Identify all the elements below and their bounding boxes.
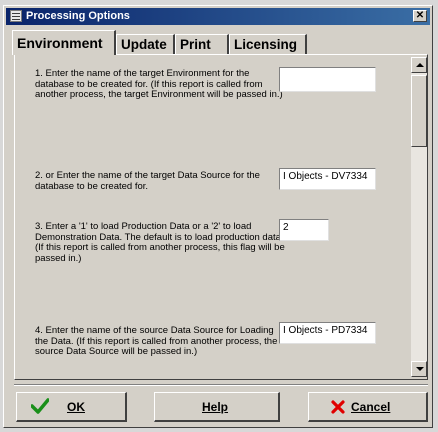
scroll-down-button[interactable]	[411, 361, 427, 377]
help-label: Help	[202, 400, 229, 414]
target-data-source-field[interactable]: I Objects - DV7334	[279, 168, 376, 190]
scroll-up-button[interactable]	[411, 57, 427, 73]
close-button[interactable]: ✕	[413, 10, 427, 22]
cancel-label: Cancel	[351, 400, 391, 414]
window-title: Processing Options	[26, 10, 130, 22]
cancel-button[interactable]: Cancel	[308, 392, 428, 422]
arrow-down-icon	[416, 367, 424, 371]
vertical-scrollbar[interactable]	[411, 57, 427, 377]
processing-options-dialog: Processing Options ✕ Environment Update …	[3, 5, 433, 428]
options-panel: 1. Enter the name of the target Environm…	[14, 54, 428, 380]
footer-divider	[14, 384, 428, 386]
question-1-text: 1. Enter the name of the target Environm…	[35, 68, 283, 100]
window-icon	[10, 10, 22, 22]
arrow-up-icon	[416, 63, 424, 67]
question-3-text: 3. Enter a '1' to load Production Data o…	[35, 221, 285, 264]
source-data-source-field[interactable]: I Objects - PD7334	[279, 322, 376, 344]
checkmark-icon	[31, 398, 49, 414]
tab-update[interactable]: Update	[116, 34, 175, 54]
target-environment-field[interactable]	[279, 67, 376, 92]
ok-label: OK	[67, 400, 85, 414]
ok-button[interactable]: OK	[16, 392, 127, 422]
tab-licensing[interactable]: Licensing	[229, 34, 307, 54]
question-2-text: 2. or Enter the name of the target Data …	[35, 170, 260, 192]
tab-print[interactable]: Print	[175, 34, 229, 54]
tab-environment[interactable]: Environment	[12, 30, 116, 55]
load-data-flag-field[interactable]: 2	[279, 219, 329, 241]
cancel-x-icon	[331, 400, 345, 414]
title-bar[interactable]: Processing Options ✕	[6, 8, 430, 25]
scroll-thumb[interactable]	[411, 75, 427, 147]
question-4-text: 4. Enter the name of the source Data Sou…	[35, 325, 278, 357]
help-button[interactable]: Help	[154, 392, 280, 422]
